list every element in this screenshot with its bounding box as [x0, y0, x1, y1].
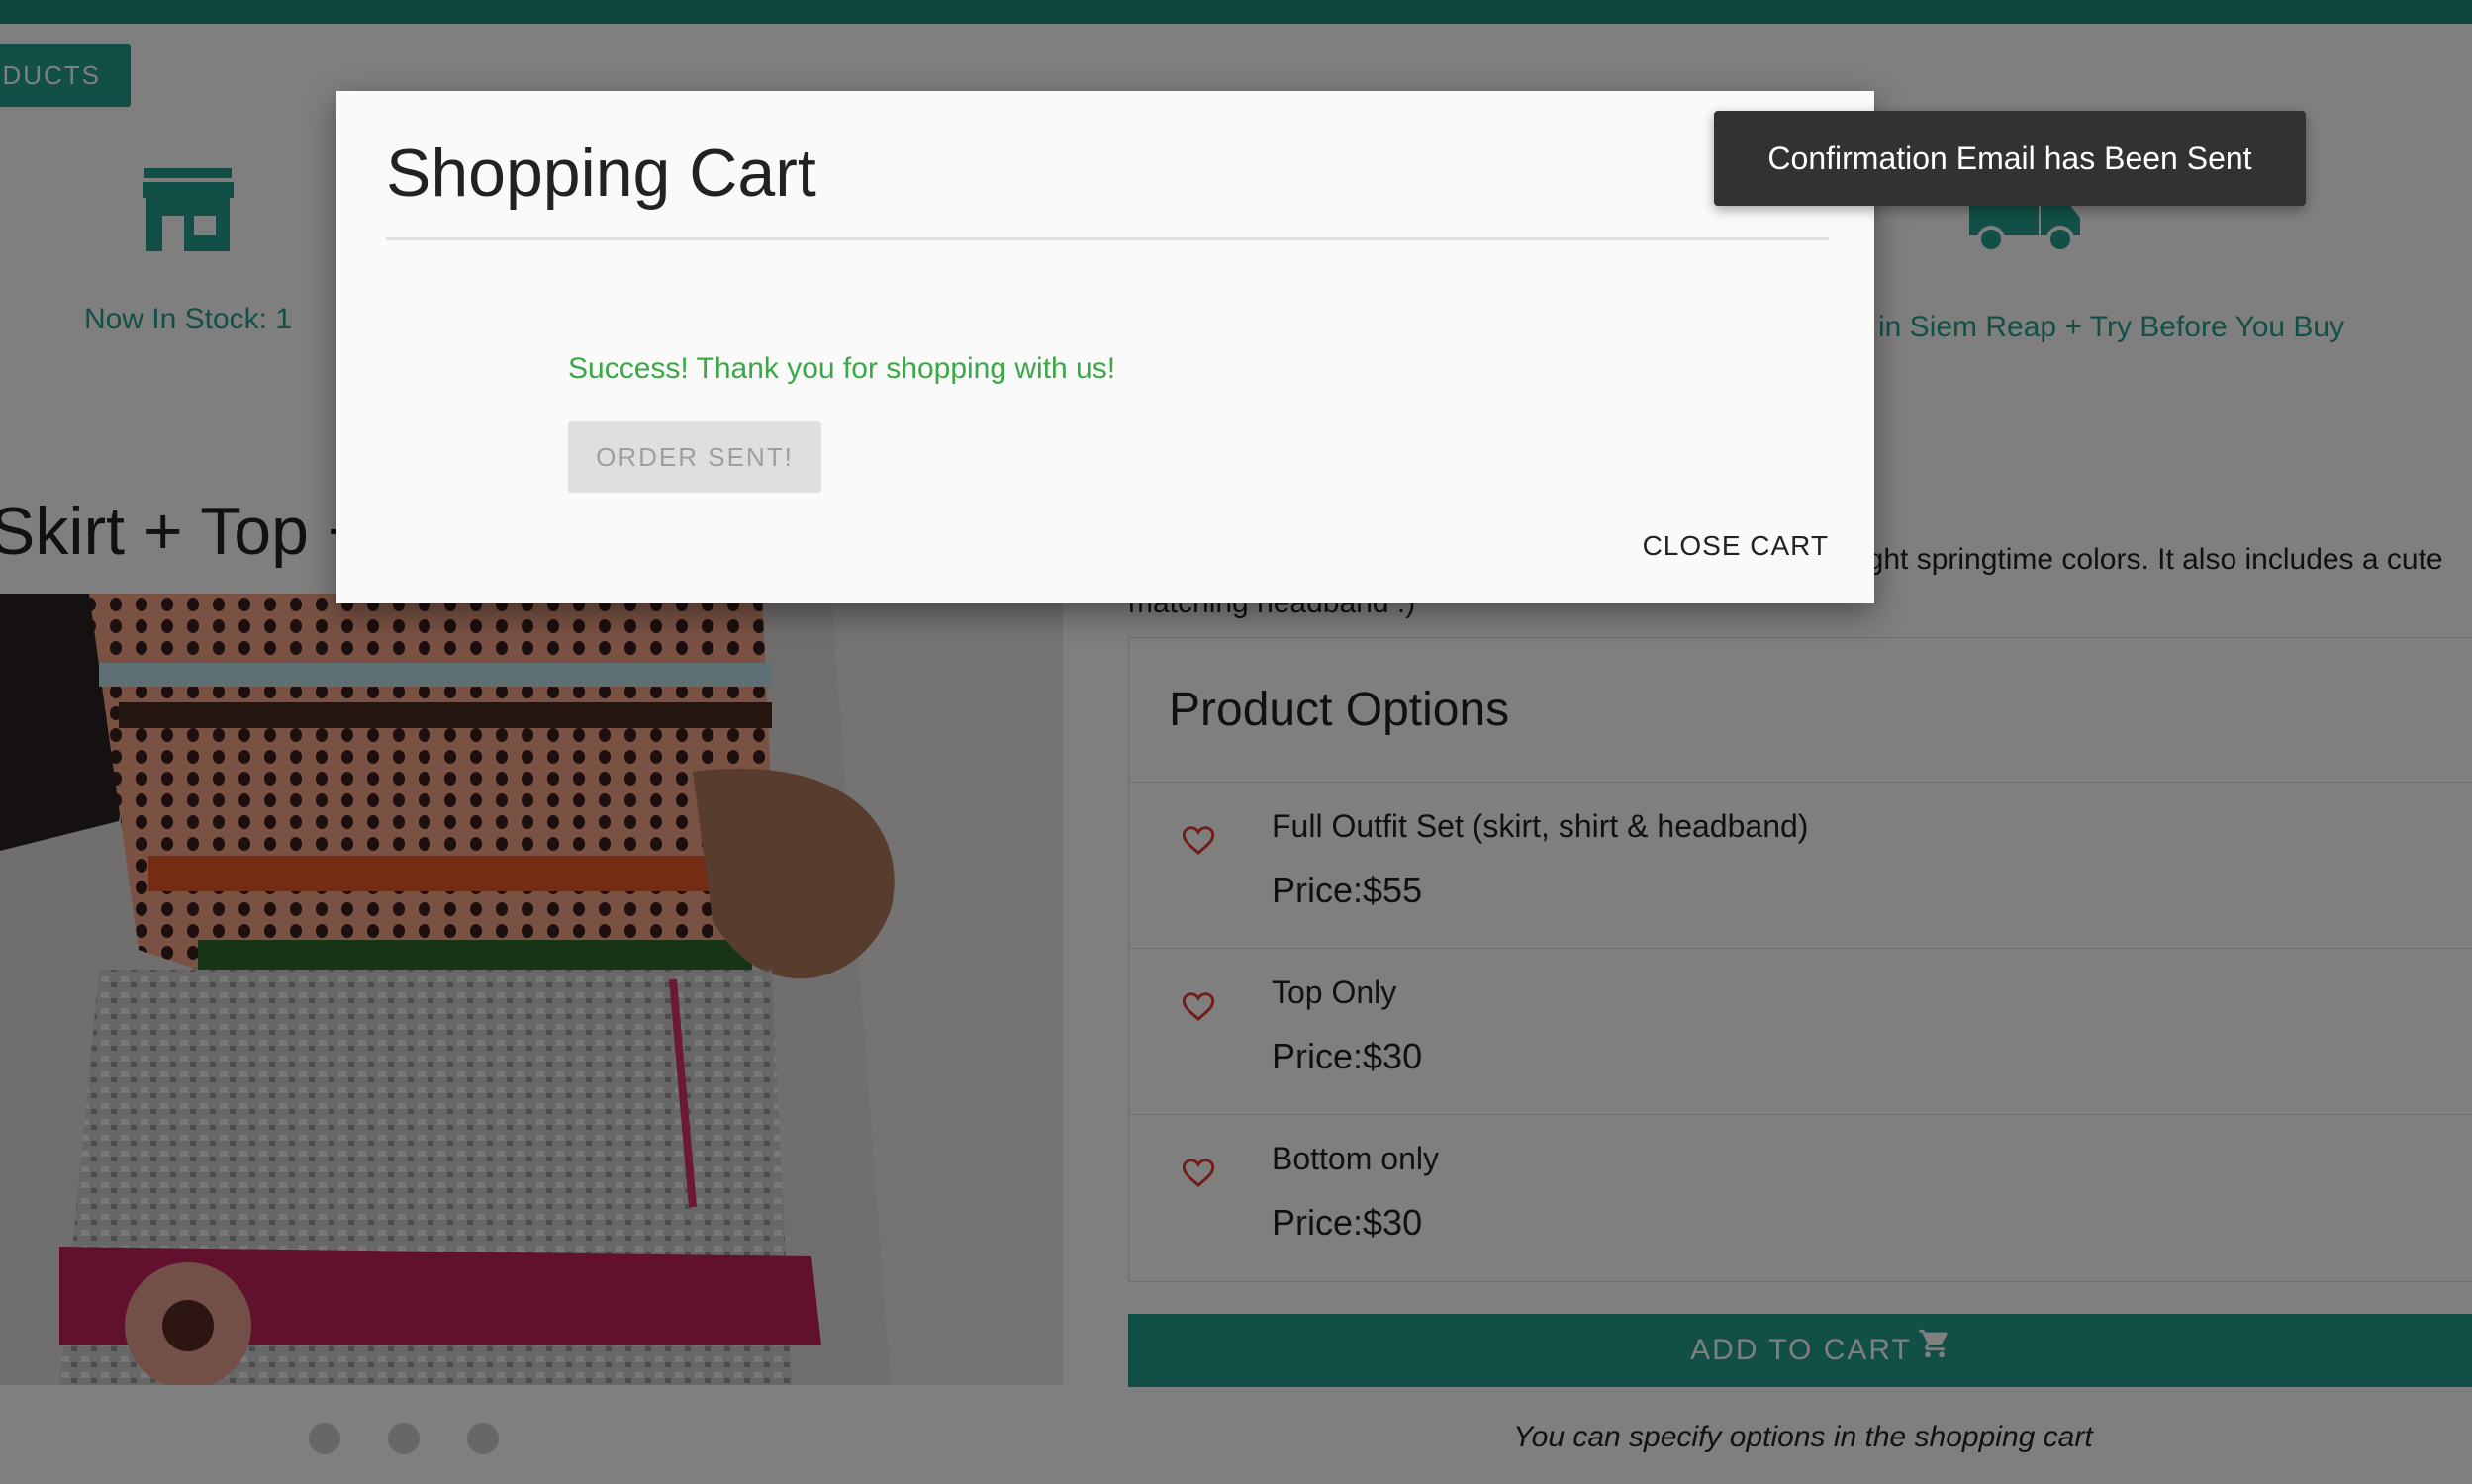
modal-title: Shopping Cart — [386, 136, 816, 211]
success-message: Success! Thank you for shopping with us! — [568, 352, 1116, 385]
shopping-cart-modal: Shopping Cart Success! Thank you for sho… — [336, 91, 1874, 603]
close-cart-button[interactable]: CLOSE CART — [1643, 530, 1829, 562]
toast-message: Confirmation Email has Been Sent — [1767, 139, 2252, 176]
modal-divider — [386, 237, 1829, 240]
confirmation-toast: Confirmation Email has Been Sent — [1714, 111, 2306, 206]
order-sent-button[interactable]: ORDER SENT! — [568, 421, 821, 493]
order-sent-label: ORDER SENT! — [596, 441, 794, 472]
